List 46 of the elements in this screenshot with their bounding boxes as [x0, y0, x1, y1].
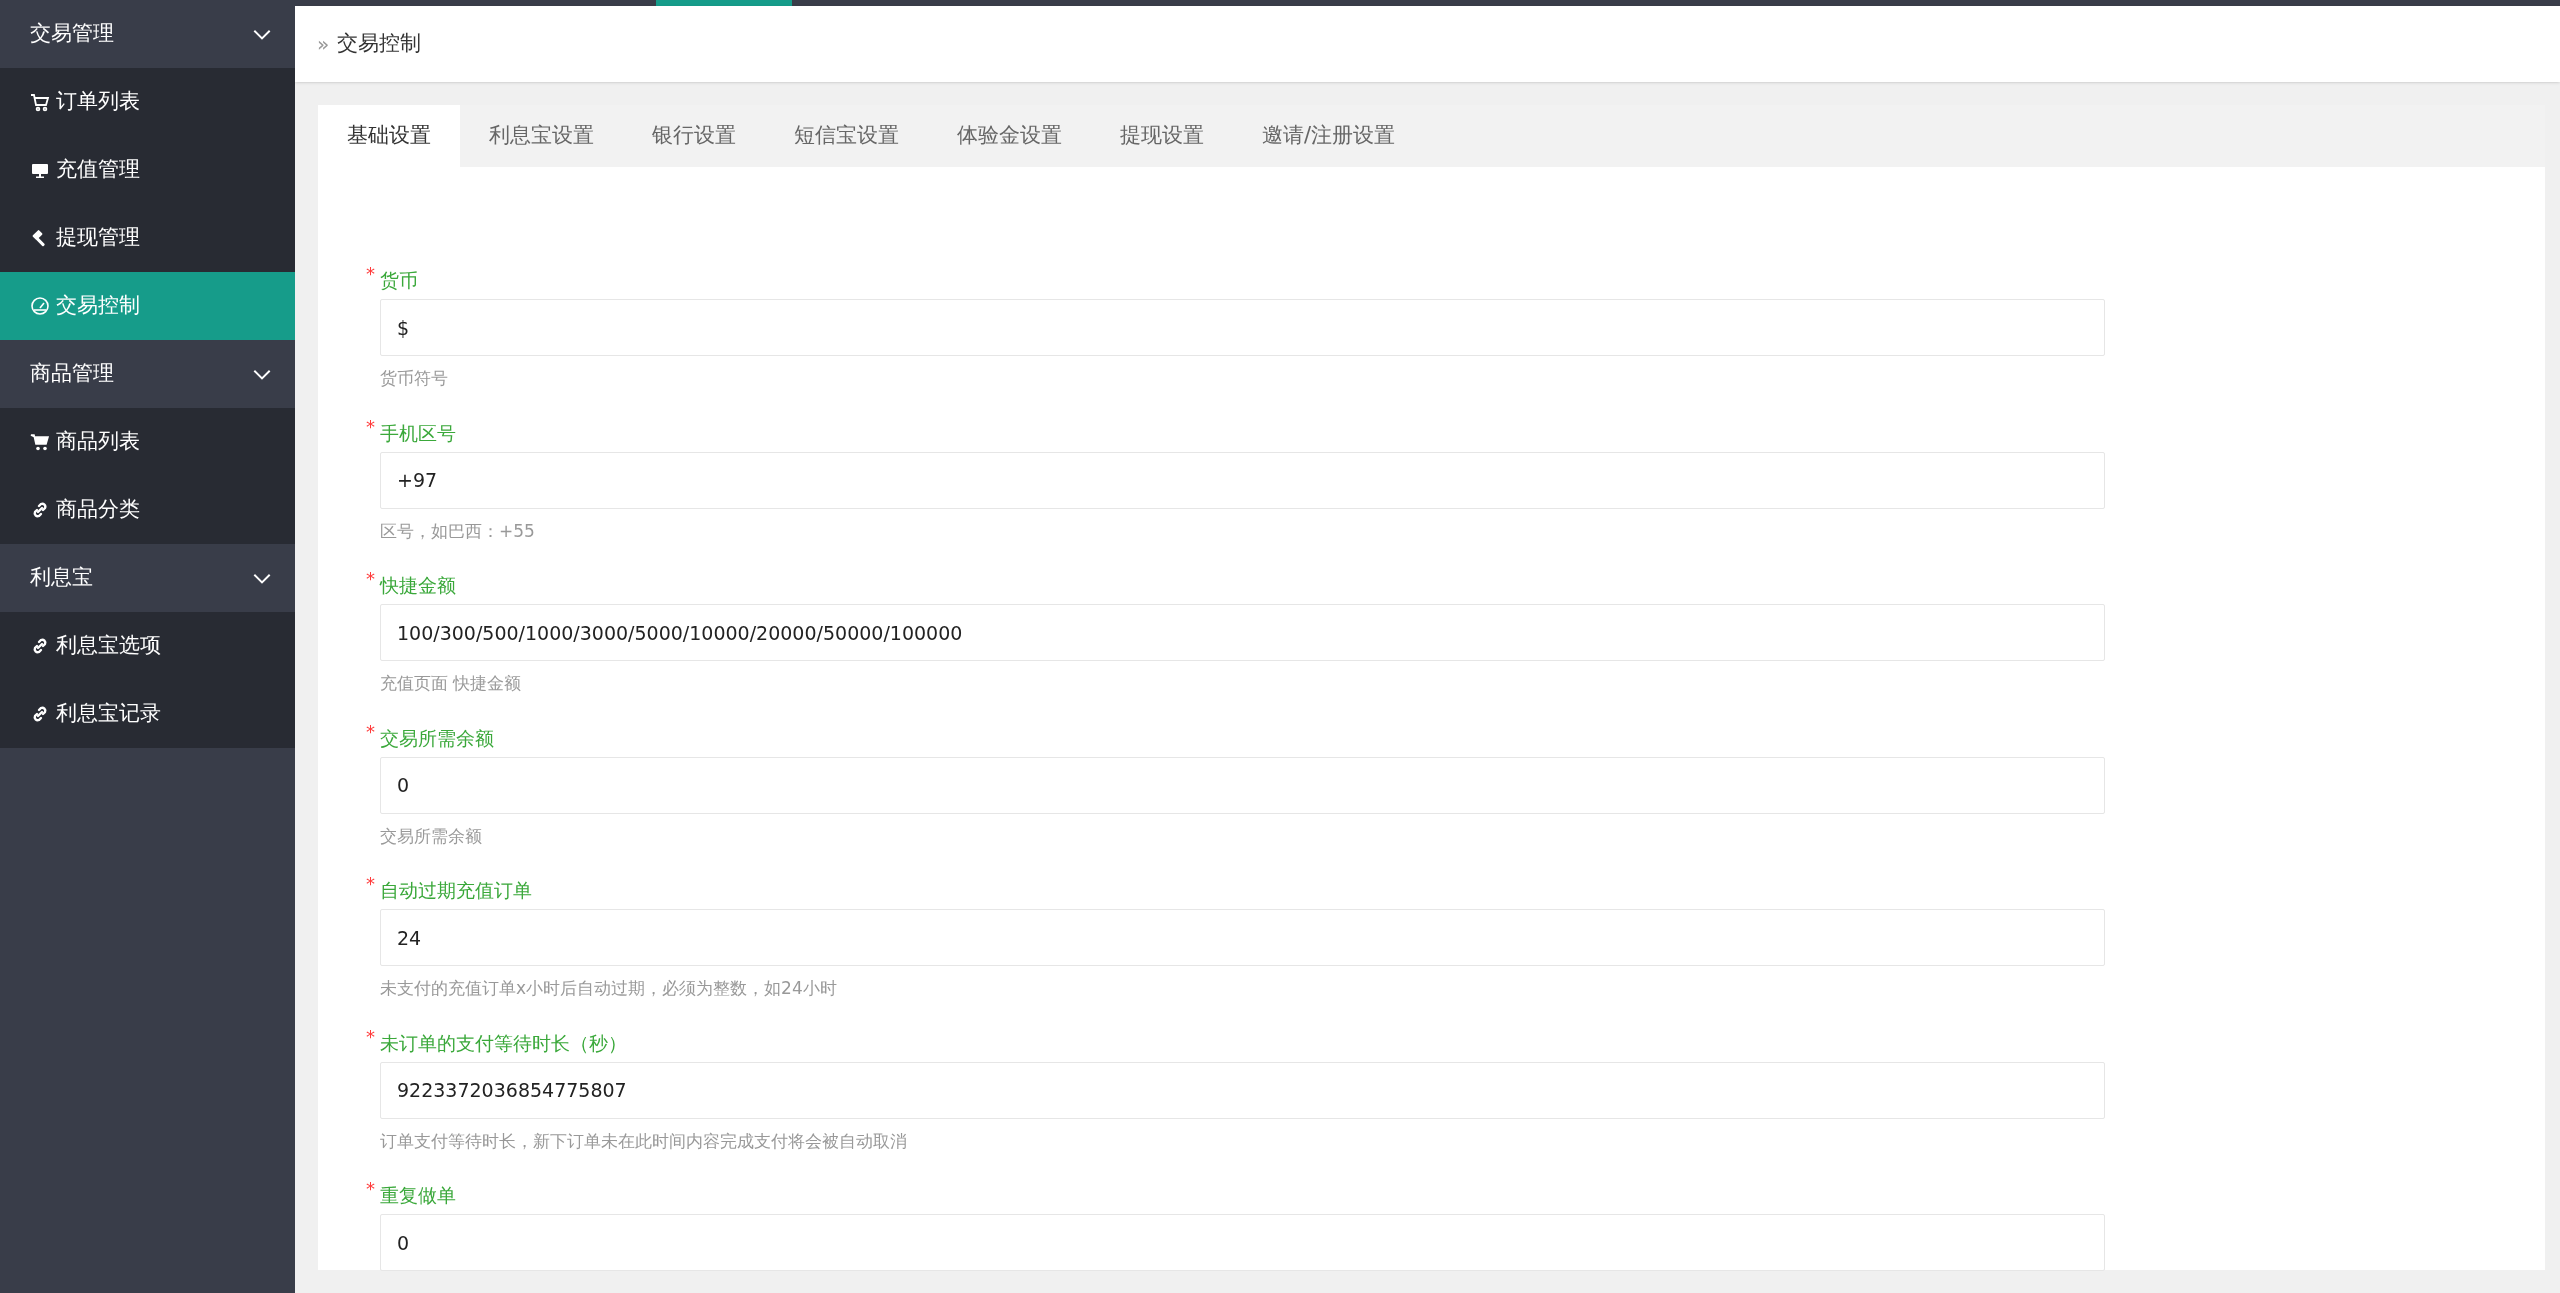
sidebar-item[interactable]: 商品分类 [0, 476, 295, 544]
breadcrumb-current: 交易控制 [337, 30, 422, 58]
field-hint: 交易所需余额 [380, 824, 483, 848]
sidebar-item[interactable]: 商品列表 [0, 408, 295, 476]
field-label: 重复做单 [380, 1183, 456, 1208]
input-field[interactable]: 9223372036854775807 [380, 1061, 2105, 1119]
tab[interactable]: 基础设置 [318, 105, 460, 167]
field-label: 交易所需余额 [380, 725, 494, 751]
input-field[interactable]: 0 [380, 756, 2105, 814]
field-label: 快捷金额 [380, 573, 456, 598]
tab[interactable]: 银行设置 [623, 105, 765, 167]
field-hint: 未支付的充值订单x小时后自动过期，必须为整数，如24小时 [380, 977, 838, 1000]
field-label: 货币 [380, 268, 418, 293]
required-mark: * [366, 877, 376, 891]
field-hint: 货币符号 [380, 367, 449, 390]
sidebar-item[interactable]: 提现管理 [0, 204, 295, 272]
gauge-icon [30, 296, 50, 316]
breadcrumb-separator: » [317, 31, 330, 58]
required-mark: * [366, 1182, 376, 1196]
input-field[interactable]: 24 [380, 909, 2105, 966]
tab[interactable]: 提现设置 [1091, 105, 1233, 167]
input-field[interactable]: 0 [380, 1214, 2105, 1271]
tab[interactable]: 利息宝设置 [460, 105, 623, 167]
input-field[interactable]: $ [380, 299, 2105, 356]
required-mark: * [366, 1029, 376, 1044]
tab[interactable]: 邀请/注册设置 [1233, 105, 1425, 167]
required-mark: * [366, 724, 376, 739]
required-mark: * [366, 419, 376, 434]
field-hint: 区号，如巴西：+55 [380, 519, 536, 543]
field-label: 未订单的支付等待时长（秒） [380, 1030, 627, 1056]
field-hint: 订单支付等待时长，新下订单未在此时间内容完成支付将会被自动取消 [380, 1129, 908, 1153]
tab[interactable]: 短信宝设置 [765, 105, 928, 167]
sidebar-item[interactable]: 充值管理 [0, 136, 295, 204]
tab[interactable]: 体验金设置 [928, 105, 1091, 167]
field-label: 手机区号 [380, 420, 456, 446]
required-mark: * [366, 267, 376, 281]
required-mark: * [366, 572, 376, 586]
cart-icon [30, 92, 50, 112]
cart-icon [30, 432, 50, 452]
sidebar-item[interactable]: 利息宝记录 [0, 680, 295, 748]
sidebar-item[interactable]: 订单列表 [0, 68, 295, 136]
input-field[interactable]: +97 [380, 451, 2105, 509]
input-field[interactable]: 100/300/500/1000/3000/5000/10000/20000/50000/100000 [380, 604, 2105, 661]
sidebar-item[interactable]: 利息宝选项 [0, 612, 295, 680]
field-label: 自动过期充值订单 [380, 878, 532, 903]
field-hint: 充值页面 快捷金额 [380, 672, 523, 695]
